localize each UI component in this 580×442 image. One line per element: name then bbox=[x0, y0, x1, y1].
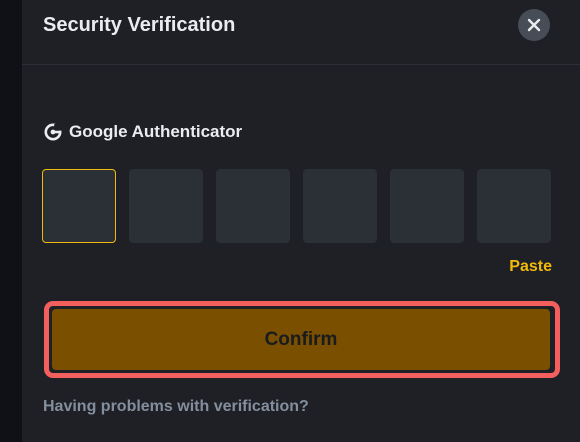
close-button[interactable] bbox=[518, 9, 550, 41]
code-digit-5[interactable] bbox=[390, 169, 464, 243]
code-digit-1[interactable] bbox=[42, 169, 116, 243]
code-digit-6[interactable] bbox=[477, 169, 551, 243]
dialog-header: Security Verification bbox=[22, 0, 580, 65]
google-g-icon bbox=[44, 123, 63, 141]
code-digit-3[interactable] bbox=[216, 169, 290, 243]
paste-button[interactable]: Paste bbox=[509, 258, 552, 276]
close-icon bbox=[527, 18, 541, 32]
authenticator-label: Google Authenticator bbox=[69, 122, 243, 141]
authenticator-label-row: Google Authenticator bbox=[43, 120, 242, 144]
confirm-button[interactable]: Confirm bbox=[52, 309, 550, 370]
code-digit-4[interactable] bbox=[303, 169, 377, 243]
verification-help-link[interactable]: Having problems with verification? bbox=[43, 398, 309, 416]
security-verification-dialog: Security Verification Google Authenticat… bbox=[22, 0, 580, 442]
code-input-group bbox=[42, 169, 552, 243]
dialog-title: Security Verification bbox=[43, 14, 236, 36]
code-digit-2[interactable] bbox=[129, 169, 203, 243]
